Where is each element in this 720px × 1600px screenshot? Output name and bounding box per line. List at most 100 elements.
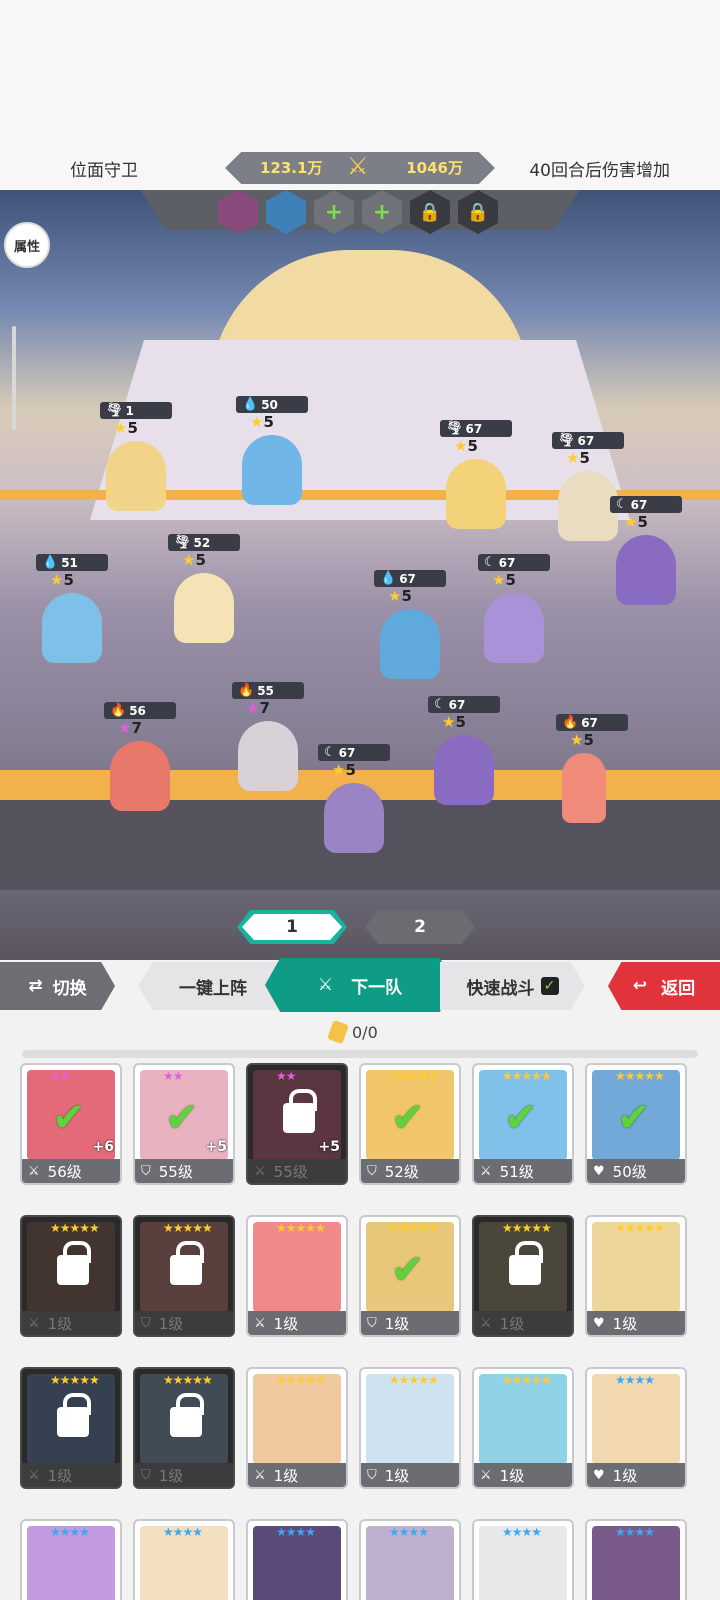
- scroll-indicator: [12, 326, 16, 430]
- next-team-button[interactable]: ⚔ 下一队: [265, 958, 455, 1012]
- class-icon: ⚔: [480, 1315, 492, 1331]
- hero-card[interactable]: ★★★★: [133, 1519, 235, 1600]
- class-icon: ⛉: [141, 1467, 151, 1483]
- battle-unit[interactable]: 💧 67 ★5: [374, 570, 454, 679]
- hero-card[interactable]: ★★★★★ ⚔ 1级: [246, 1215, 348, 1337]
- hero-card[interactable]: ★★★★★ ✔ ⛉ 1级: [359, 1215, 461, 1337]
- battle-unit[interactable]: 💧 51 ★5: [36, 554, 116, 663]
- card-footer: ⛉ 1级: [361, 1463, 459, 1487]
- switch-button[interactable]: ⇄ 切换: [0, 962, 115, 1010]
- unit-sprite: [106, 441, 166, 511]
- hero-card[interactable]: ★★★★★ ⛉ 1级: [133, 1367, 235, 1489]
- attribute-button[interactable]: 属性: [4, 222, 50, 268]
- auto-deploy-button[interactable]: 一键上阵: [138, 962, 288, 1010]
- class-icon: ⛉: [141, 1163, 151, 1179]
- hero-level: 52级: [384, 1162, 419, 1181]
- fire-element-icon: 🔥: [562, 715, 579, 730]
- lock-icon: [57, 1393, 91, 1437]
- battle-unit[interactable]: 🌪 67 ★5: [440, 420, 520, 529]
- hero-card[interactable]: ★★★★★ ⛉ 1级: [133, 1215, 235, 1337]
- hero-card[interactable]: ★★★★★ ⚔ 1级: [472, 1215, 574, 1337]
- hero-card[interactable]: ★★★★: [472, 1519, 574, 1600]
- hero-card[interactable]: ★★★★★ ✔ ⚔ 51级: [472, 1063, 574, 1185]
- hero-level: 1级: [158, 1466, 184, 1485]
- hero-level: 1级: [47, 1314, 73, 1333]
- hero-card[interactable]: ★★★★★ ⚔ 1级: [246, 1367, 348, 1489]
- card-footer: ♥ 50级: [587, 1159, 685, 1183]
- tab-team-2[interactable]: 2: [365, 910, 475, 944]
- card-footer: ⛉ 1级: [135, 1311, 233, 1335]
- checkmark-icon: ✔: [391, 1095, 425, 1141]
- battle-unit[interactable]: ☾ 67 ★5: [478, 554, 558, 663]
- hero-card[interactable]: ★★★★★ ⚔ 1级: [20, 1215, 122, 1337]
- hero-level: 50级: [612, 1162, 647, 1181]
- star-rating: ★★★★: [502, 1525, 542, 1539]
- hero-level: 1级: [273, 1314, 299, 1333]
- lock-icon: [170, 1393, 204, 1437]
- hero-card[interactable]: ★★★★★ ⛉ 1级: [359, 1367, 461, 1489]
- list-scrollbar[interactable]: [22, 1050, 698, 1058]
- wind-element-icon: 🌪: [446, 421, 463, 436]
- battle-unit[interactable]: 💧 50 ★5: [236, 396, 316, 505]
- hero-level: 1级: [384, 1466, 410, 1485]
- star-rating: ★★★★★: [615, 1221, 665, 1235]
- star-rating: ★★: [163, 1069, 183, 1083]
- fast-battle-toggle[interactable]: 快速战斗 ✓: [440, 962, 585, 1010]
- class-icon: ⚔: [254, 1163, 266, 1179]
- battle-unit[interactable]: 🔥 56 ★7: [104, 702, 184, 811]
- hero-card[interactable]: ★★ ✔ +6 ⚔ 56级: [20, 1063, 122, 1185]
- checkbox-checked-icon[interactable]: ✓: [540, 977, 559, 995]
- class-icon: ⛉: [367, 1467, 377, 1483]
- hero-card[interactable]: ★★★★: [246, 1519, 348, 1600]
- star-rating: ★★★★★: [389, 1221, 439, 1235]
- battle-unit[interactable]: 🔥 55 ★7: [232, 682, 312, 791]
- stage-name: 位面守卫: [70, 161, 138, 181]
- class-icon: ⚔: [28, 1467, 40, 1483]
- hero-level: 55级: [158, 1162, 193, 1181]
- hero-card[interactable]: ★★★★: [585, 1519, 687, 1600]
- battle-unit[interactable]: ☾ 67 ★5: [318, 744, 398, 853]
- back-button[interactable]: ↩ 返回: [608, 962, 720, 1010]
- hero-card[interactable]: ★★★★: [359, 1519, 461, 1600]
- star-rating: ★★★★★: [615, 1069, 665, 1083]
- unit-sprite: [324, 783, 384, 853]
- hero-card[interactable]: ★★ ✔ +5 ⛉ 55级: [133, 1063, 235, 1185]
- hero-portrait: [253, 1222, 341, 1312]
- unit-sprite: [42, 593, 102, 663]
- hero-level: 51级: [499, 1162, 534, 1181]
- hero-level: 55级: [273, 1162, 308, 1181]
- battle-unit[interactable]: ☾ 67 ★5: [610, 496, 690, 605]
- hero-card[interactable]: ★★★★: [20, 1519, 122, 1600]
- hero-card[interactable]: ★★ +5 ⚔ 55级: [246, 1063, 348, 1185]
- class-icon: ⚔: [28, 1163, 40, 1179]
- hero-portrait: [592, 1374, 680, 1464]
- bonus-count: +5: [318, 1139, 340, 1155]
- wind-element-icon: 🌪: [558, 433, 575, 448]
- hero-card[interactable]: ★★★★★ ⚔ 1级: [472, 1367, 574, 1489]
- hero-card[interactable]: ★★★★★ ✔ ⛉ 52级: [359, 1063, 461, 1185]
- card-footer: ⛉ 1级: [361, 1311, 459, 1335]
- star-rating: ★★★★★: [502, 1221, 552, 1235]
- battle-unit[interactable]: ☾ 67 ★5: [428, 696, 508, 805]
- water-element-icon: 💧: [380, 571, 397, 586]
- card-footer: ♥ 1级: [587, 1311, 685, 1335]
- unit-sprite: [616, 535, 676, 605]
- checkmark-icon: ✔: [391, 1247, 425, 1293]
- water-element-icon: 💧: [42, 555, 59, 570]
- battle-unit[interactable]: 🌪 52 ★5: [168, 534, 248, 643]
- star-rating: ★★★★★: [50, 1221, 100, 1235]
- battle-unit[interactable]: 🌪 1 ★5: [100, 402, 180, 511]
- unit-sprite: [562, 753, 606, 823]
- hero-card[interactable]: ★★★★★ ✔ ♥ 50级: [585, 1063, 687, 1185]
- class-icon: ♥: [593, 1163, 605, 1179]
- hero-level: 56级: [47, 1162, 82, 1181]
- unit-sprite: [174, 573, 234, 643]
- battle-unit[interactable]: 🔥 67 ★5: [556, 714, 636, 823]
- dark-element-icon: ☾: [484, 555, 496, 570]
- hero-card[interactable]: ★★★★★ ⚔ 1级: [20, 1367, 122, 1489]
- tab-team-1[interactable]: 1: [237, 910, 347, 944]
- hero-card[interactable]: ★★★★★ ♥ 1级: [585, 1215, 687, 1337]
- hero-card[interactable]: ★★★★ ♥ 1级: [585, 1367, 687, 1489]
- class-icon: ⛉: [367, 1315, 377, 1331]
- star-rating: ★★: [276, 1069, 296, 1083]
